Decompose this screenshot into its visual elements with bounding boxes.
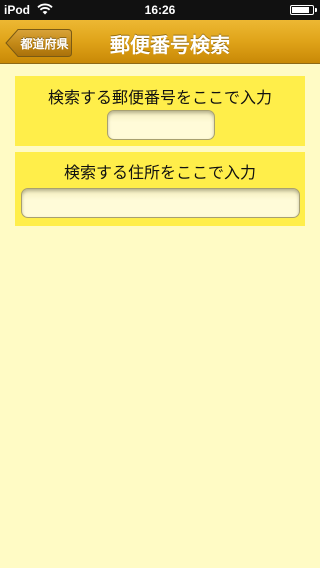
battery-icon <box>290 5 317 15</box>
battery-level <box>292 7 309 13</box>
navigation-bar: 都道府県 郵便番号検索 <box>0 20 320 64</box>
zip-code-input[interactable] <box>107 110 215 140</box>
page-title: 郵便番号検索 <box>110 33 230 57</box>
status-time: 16:26 <box>144 3 176 17</box>
back-button[interactable]: 都道府県 <box>5 28 73 58</box>
address-search-label: 検索する住所をここで入力 <box>63 163 256 182</box>
status-bar: iPod 16:26 <box>0 0 320 20</box>
zip-search-panel: 検索する郵便番号をここで入力 <box>15 76 305 146</box>
address-input[interactable] <box>21 188 300 218</box>
address-search-panel: 検索する住所をここで入力 <box>15 152 305 226</box>
zip-search-label: 検索する郵便番号をここで入力 <box>47 88 272 107</box>
back-button-label: 都道府県 <box>20 37 69 51</box>
